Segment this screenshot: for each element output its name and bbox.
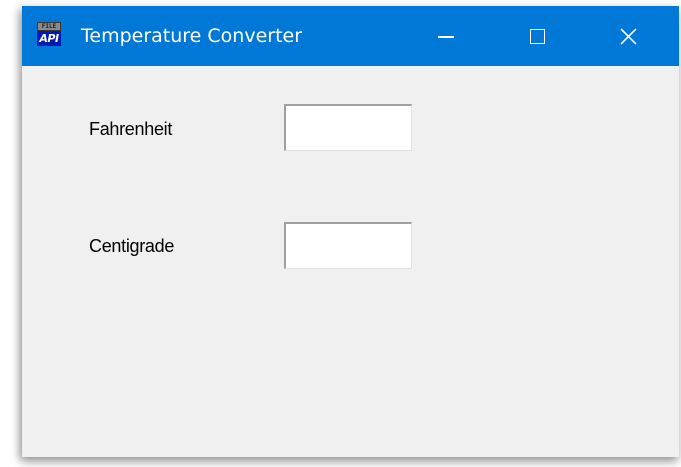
api-app-icon[interactable]: FILE API	[37, 22, 61, 46]
fahrenheit-input[interactable]	[284, 104, 412, 151]
app-icon-bottom-label: API	[37, 31, 61, 46]
fahrenheit-label: Fahrenheit	[89, 119, 173, 139]
close-icon	[619, 27, 637, 45]
form-area: Fahrenheit Centigrade	[22, 66, 679, 457]
centigrade-label: Centigrade	[89, 236, 175, 256]
window-title: Temperature Converter	[81, 25, 303, 47]
close-button[interactable]	[605, 6, 651, 66]
maximize-button[interactable]	[514, 6, 560, 66]
minimize-button[interactable]	[423, 6, 469, 66]
centigrade-input[interactable]	[284, 222, 412, 269]
temperature-converter-window: FILE API Temperature Converter Fahrenhei…	[22, 6, 679, 457]
maximize-icon	[529, 28, 545, 44]
title-bar[interactable]: FILE API Temperature Converter	[22, 6, 679, 66]
app-icon-top-label: FILE	[37, 22, 61, 31]
minimize-icon	[438, 36, 454, 38]
